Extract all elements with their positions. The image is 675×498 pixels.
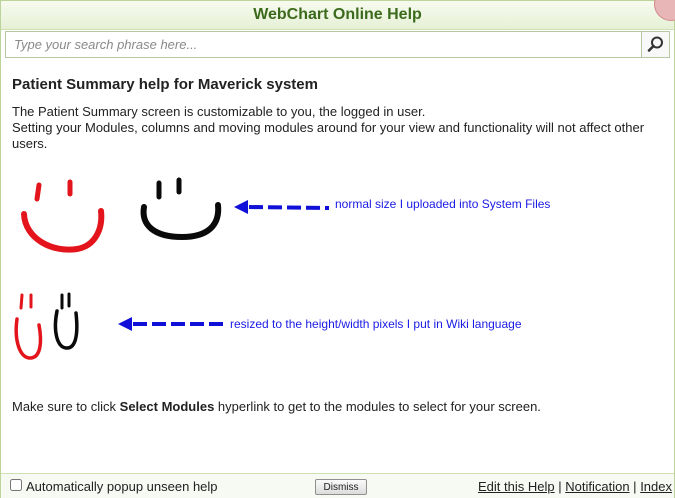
instruction-suffix: hyperlink to get to the modules to selec…: [214, 399, 541, 414]
description-line-3: users.: [12, 136, 48, 151]
help-footer: Automatically popup unseen help Dismiss …: [1, 473, 674, 498]
footer-links: Edit this Help | Notification | Index: [478, 479, 672, 494]
search-icon: [647, 36, 663, 52]
select-modules-label: Select Modules: [119, 399, 215, 414]
instruction-prefix: Make sure to click: [12, 399, 120, 414]
link-separator: |: [633, 479, 637, 494]
window-title: WebChart Online Help: [1, 1, 674, 30]
search-button[interactable]: [641, 32, 669, 57]
red-smiley-large-image: [21, 179, 105, 253]
help-content: Patient Summary help for Maverick system…: [1, 59, 674, 473]
page-title: Patient Summary help for Maverick system: [12, 76, 318, 93]
instruction-text: Make sure to click Select Modules hyperl…: [12, 399, 541, 415]
dismiss-button[interactable]: Dismiss: [315, 479, 367, 495]
edit-help-link[interactable]: Edit this Help: [478, 479, 555, 494]
red-smiley-small-image: [14, 293, 43, 360]
help-window: WebChart Online Help Patient Summary hel…: [0, 0, 675, 498]
search-bar: [5, 31, 670, 58]
description-line-2: Setting your Modules, columns and moving…: [12, 120, 645, 135]
arrow-left-icon: [118, 317, 225, 331]
note-normal-size: normal size I uploaded into System Files: [335, 197, 551, 211]
note-resized: resized to the height/width pixels I put…: [230, 317, 522, 331]
black-smiley-large-image: [140, 177, 222, 241]
search-input[interactable]: [6, 32, 642, 57]
black-smiley-small-image: [53, 292, 79, 350]
auto-popup-checkbox[interactable]: [10, 479, 22, 491]
notification-link[interactable]: Notification: [565, 479, 629, 494]
auto-popup-label: Automatically popup unseen help: [26, 479, 218, 494]
description-line-1: The Patient Summary screen is customizab…: [12, 104, 426, 119]
arrow-left-icon: [234, 200, 330, 214]
link-separator: |: [558, 479, 562, 494]
index-link[interactable]: Index: [640, 479, 672, 494]
